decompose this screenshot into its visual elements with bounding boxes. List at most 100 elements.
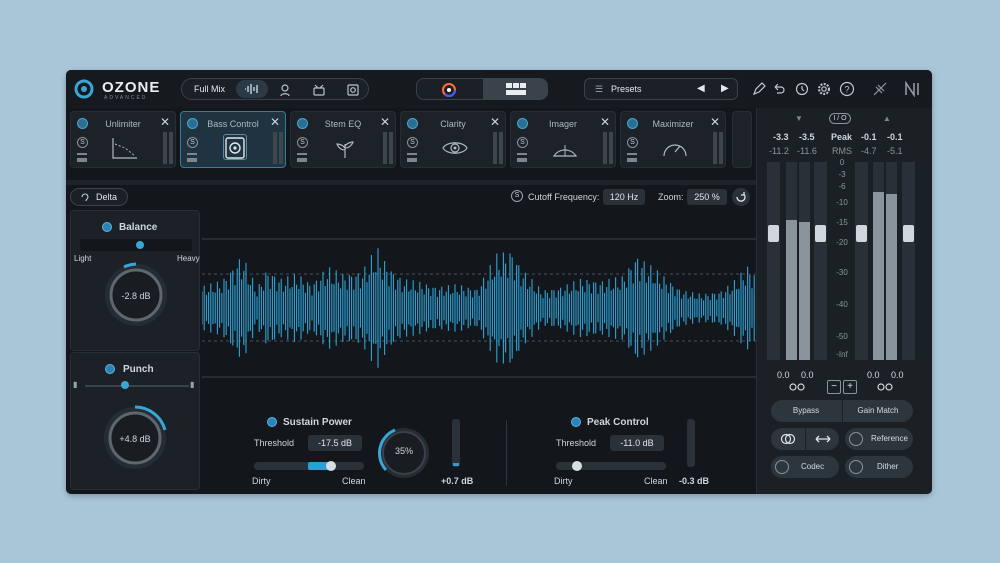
gauge-icon (663, 144, 687, 157)
reference-power-icon (849, 432, 863, 446)
waveform-button[interactable] (236, 80, 268, 98)
output-gain-slider[interactable] (903, 225, 914, 242)
module-slot-0[interactable]: Unlimiter ✕ S (70, 111, 176, 168)
module-menu-icon[interactable] (517, 153, 527, 162)
reference-button[interactable]: Reference (845, 428, 913, 450)
zoom-reset-icon[interactable] (731, 187, 751, 207)
solo-icon[interactable]: S (517, 137, 528, 148)
solo-icon[interactable]: S (627, 137, 638, 148)
presets-selector[interactable]: ☰ Presets ◀ ▶ (584, 78, 738, 100)
input-peak-l: -3.3 (773, 132, 789, 142)
peak-dirty-label: Dirty (554, 476, 573, 486)
module-meter (163, 132, 167, 164)
solo-icon[interactable]: S (297, 137, 308, 148)
peak-threshold-field[interactable]: -11.0 dB (610, 435, 664, 451)
output-trim-slider[interactable] (856, 225, 867, 242)
module-menu-icon[interactable] (77, 153, 87, 162)
module-menu-icon[interactable] (187, 153, 197, 162)
module-slot-1[interactable]: Bass Control ✕ S (180, 111, 286, 168)
plus-button[interactable]: + (843, 380, 857, 394)
swap-arrows-icon (815, 435, 831, 443)
gain-match-button[interactable]: Gain Match (842, 400, 913, 422)
imager-icon (552, 145, 578, 157)
cutoff-field[interactable]: 120 Hz (603, 189, 645, 205)
output-collapse-icon[interactable]: ▲ (883, 114, 891, 123)
solo-icon[interactable]: S (407, 137, 418, 148)
solo-icon[interactable]: S (77, 137, 88, 148)
sustain-slider-thumb[interactable] (326, 461, 336, 471)
sustain-threshold-field[interactable]: -17.5 dB (308, 435, 362, 451)
pen-icon[interactable] (752, 82, 766, 96)
balance-value: -2.8 dB (121, 291, 151, 301)
output-meter-r (886, 162, 897, 360)
close-icon[interactable]: ✕ (490, 115, 500, 129)
solo-icon[interactable]: S (511, 190, 523, 202)
close-icon[interactable]: ✕ (380, 115, 390, 129)
preset-prev-icon[interactable]: ◀ (697, 83, 705, 94)
io-toggle[interactable]: I / O (829, 113, 851, 124)
module-menu-icon[interactable] (627, 153, 637, 162)
close-icon[interactable]: ✕ (160, 115, 170, 129)
input-link-icon[interactable] (789, 382, 805, 392)
module-menu-icon[interactable] (297, 153, 307, 162)
output-link-icon[interactable] (877, 382, 893, 392)
cutoff-label: Cutoff Frequency: (528, 192, 600, 202)
codec-button[interactable]: Codec (771, 456, 839, 478)
help-icon[interactable]: ? (839, 81, 855, 97)
dither-button[interactable]: Dither (845, 456, 913, 478)
balance-slider[interactable] (80, 239, 192, 251)
sustain-meter-value: +0.7 dB (441, 476, 474, 486)
svg-text:?: ? (844, 85, 849, 95)
preset-next-icon[interactable]: ▶ (721, 83, 729, 94)
add-module-slot[interactable] (732, 111, 752, 168)
input-gain-slider[interactable] (815, 225, 826, 242)
module-slot-3[interactable]: Clarity ✕ S (400, 111, 506, 168)
module-slot-5[interactable]: Maximizer ✕ S (620, 111, 726, 168)
punch-panel: Punch ▮ ▮ +4.8 dB (70, 352, 200, 490)
solo-icon[interactable]: S (187, 137, 198, 148)
stereo-group (771, 428, 839, 450)
delta-button[interactable]: Delta (70, 188, 128, 206)
bass-icon[interactable] (346, 83, 360, 97)
module-slot-2[interactable]: Stem EQ ✕ S (290, 111, 396, 168)
balance-slider-thumb[interactable] (136, 241, 144, 249)
input-collapse-icon[interactable]: ▼ (795, 114, 803, 123)
sustain-slider[interactable] (254, 461, 364, 471)
modules-view-button[interactable] (483, 79, 548, 99)
bypass-button[interactable]: Bypass (771, 400, 841, 422)
minus-button[interactable]: − (827, 380, 841, 394)
module-meter (273, 132, 277, 164)
close-icon[interactable]: ✕ (270, 115, 280, 129)
unlimiter-icon (112, 138, 137, 159)
punch-slider-thumb[interactable] (121, 381, 129, 389)
codec-power-icon (775, 460, 789, 474)
punch-low-icon: ▮ (73, 380, 78, 389)
dither-power-icon (849, 460, 863, 474)
grid-view-icon (506, 83, 526, 95)
full-mix-label[interactable]: Full Mix (194, 84, 225, 94)
punch-power-icon[interactable] (105, 364, 115, 374)
close-icon[interactable]: ✕ (600, 115, 610, 129)
undo-icon[interactable] (772, 82, 786, 96)
module-slot-4[interactable]: Imager ✕ S (510, 111, 616, 168)
close-icon[interactable]: ✕ (710, 115, 720, 129)
balance-power-icon[interactable] (102, 222, 112, 232)
module-menu-icon[interactable] (407, 153, 417, 162)
input-trim-slider[interactable] (768, 225, 779, 242)
peak-slider[interactable] (556, 461, 666, 471)
swap-button[interactable] (805, 428, 839, 450)
history-icon[interactable] (794, 81, 809, 96)
drums-icon[interactable] (312, 83, 326, 97)
spectrum-view-icon[interactable] (441, 82, 457, 98)
peak-power-icon[interactable] (571, 417, 581, 427)
stereo-icon[interactable] (780, 433, 796, 445)
mix-selector: Full Mix (181, 78, 369, 100)
sustain-power-icon[interactable] (267, 417, 277, 427)
top-bar: OZONE ADVANCED Full Mix ☰ Presets ◀ ▶ ? (66, 70, 932, 108)
peak-slider-thumb[interactable] (572, 461, 582, 471)
vocal-icon[interactable] (278, 83, 292, 97)
gear-icon[interactable] (816, 81, 832, 97)
punch-slider[interactable]: ▮ ▮ (73, 380, 199, 391)
ear-icon (81, 193, 89, 202)
zoom-field[interactable]: 250 % (687, 189, 727, 205)
